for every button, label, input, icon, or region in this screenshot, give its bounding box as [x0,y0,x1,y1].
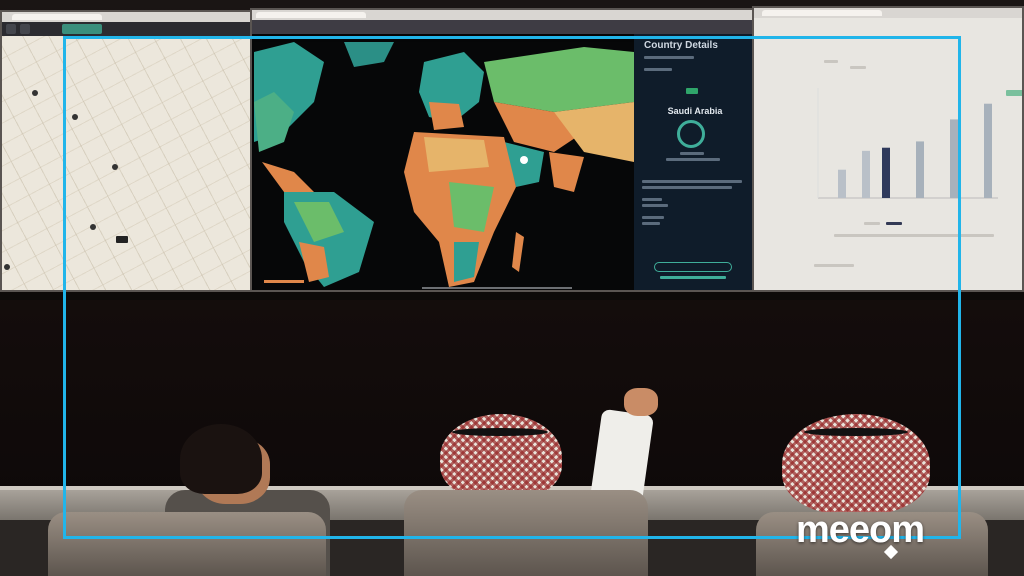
browser-bar [754,8,1022,18]
browser-tab [256,12,366,18]
browser-tab [762,10,882,16]
menu-icon [20,24,30,34]
control-room-scene: Country Details Saudi Arabia meeom [0,0,1024,576]
map-pin-icon [32,90,38,96]
map-tab-chip [62,24,102,34]
map-toolbar [2,22,254,36]
brand-logo: meeom [796,509,925,551]
bar [984,103,992,198]
browser-bar [252,10,754,20]
chart-action-chip [1006,90,1022,96]
browser-tab [12,14,102,20]
map-pin-icon [4,264,10,270]
browser-bar [2,12,254,22]
search-icon [6,24,16,34]
dashboard-header [252,20,754,34]
blue-frame-overlay [63,36,961,539]
